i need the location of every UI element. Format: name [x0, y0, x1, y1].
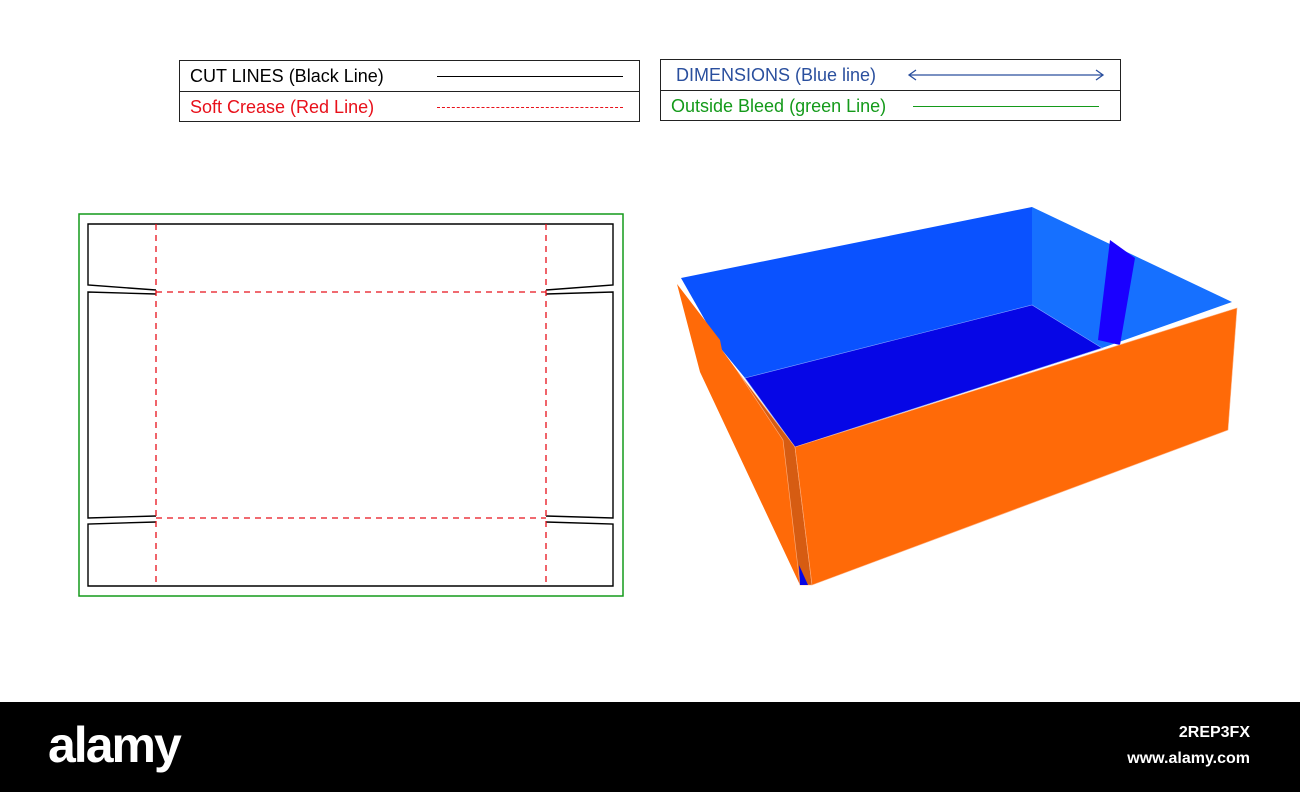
cut-lines	[87, 223, 614, 587]
cut-bottom-flap	[87, 521, 614, 587]
box-3d-mockup	[677, 207, 1238, 586]
dieline-flat	[78, 213, 624, 597]
image-id: 2REP3FX	[1178, 724, 1250, 741]
alamy-logo: alamy	[48, 717, 182, 773]
footer-bar: alamy 2REP3FX www.alamy.com	[0, 702, 1300, 792]
cut-side-panels	[87, 291, 614, 519]
site-url: www.alamy.com	[1127, 750, 1250, 767]
diagram-canvas	[78, 207, 1238, 597]
crease-lines	[155, 224, 547, 586]
cut-top-flap	[87, 223, 614, 291]
outside-bleed-outline	[78, 213, 624, 597]
